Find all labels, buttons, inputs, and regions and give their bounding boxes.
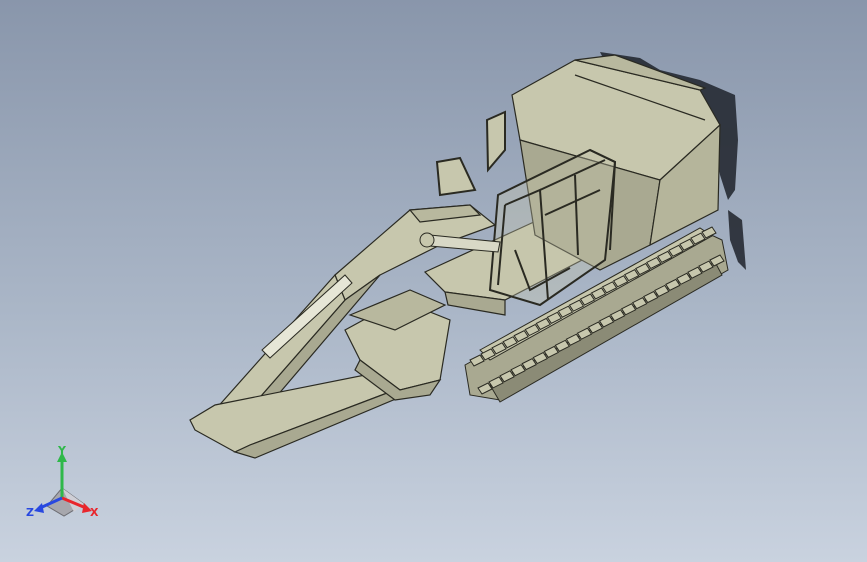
z-axis-arrow-icon [34, 503, 44, 513]
axis-triad: Y X Z [26, 446, 99, 519]
z-axis-label: Z [26, 506, 34, 519]
x-axis-label: X [90, 506, 99, 519]
excavator-model[interactable] [0, 0, 867, 562]
stick-arm [189, 369, 399, 459]
y-axis-label: Y [57, 446, 67, 457]
graphics-viewport[interactable]: Y X Z [0, 0, 867, 562]
